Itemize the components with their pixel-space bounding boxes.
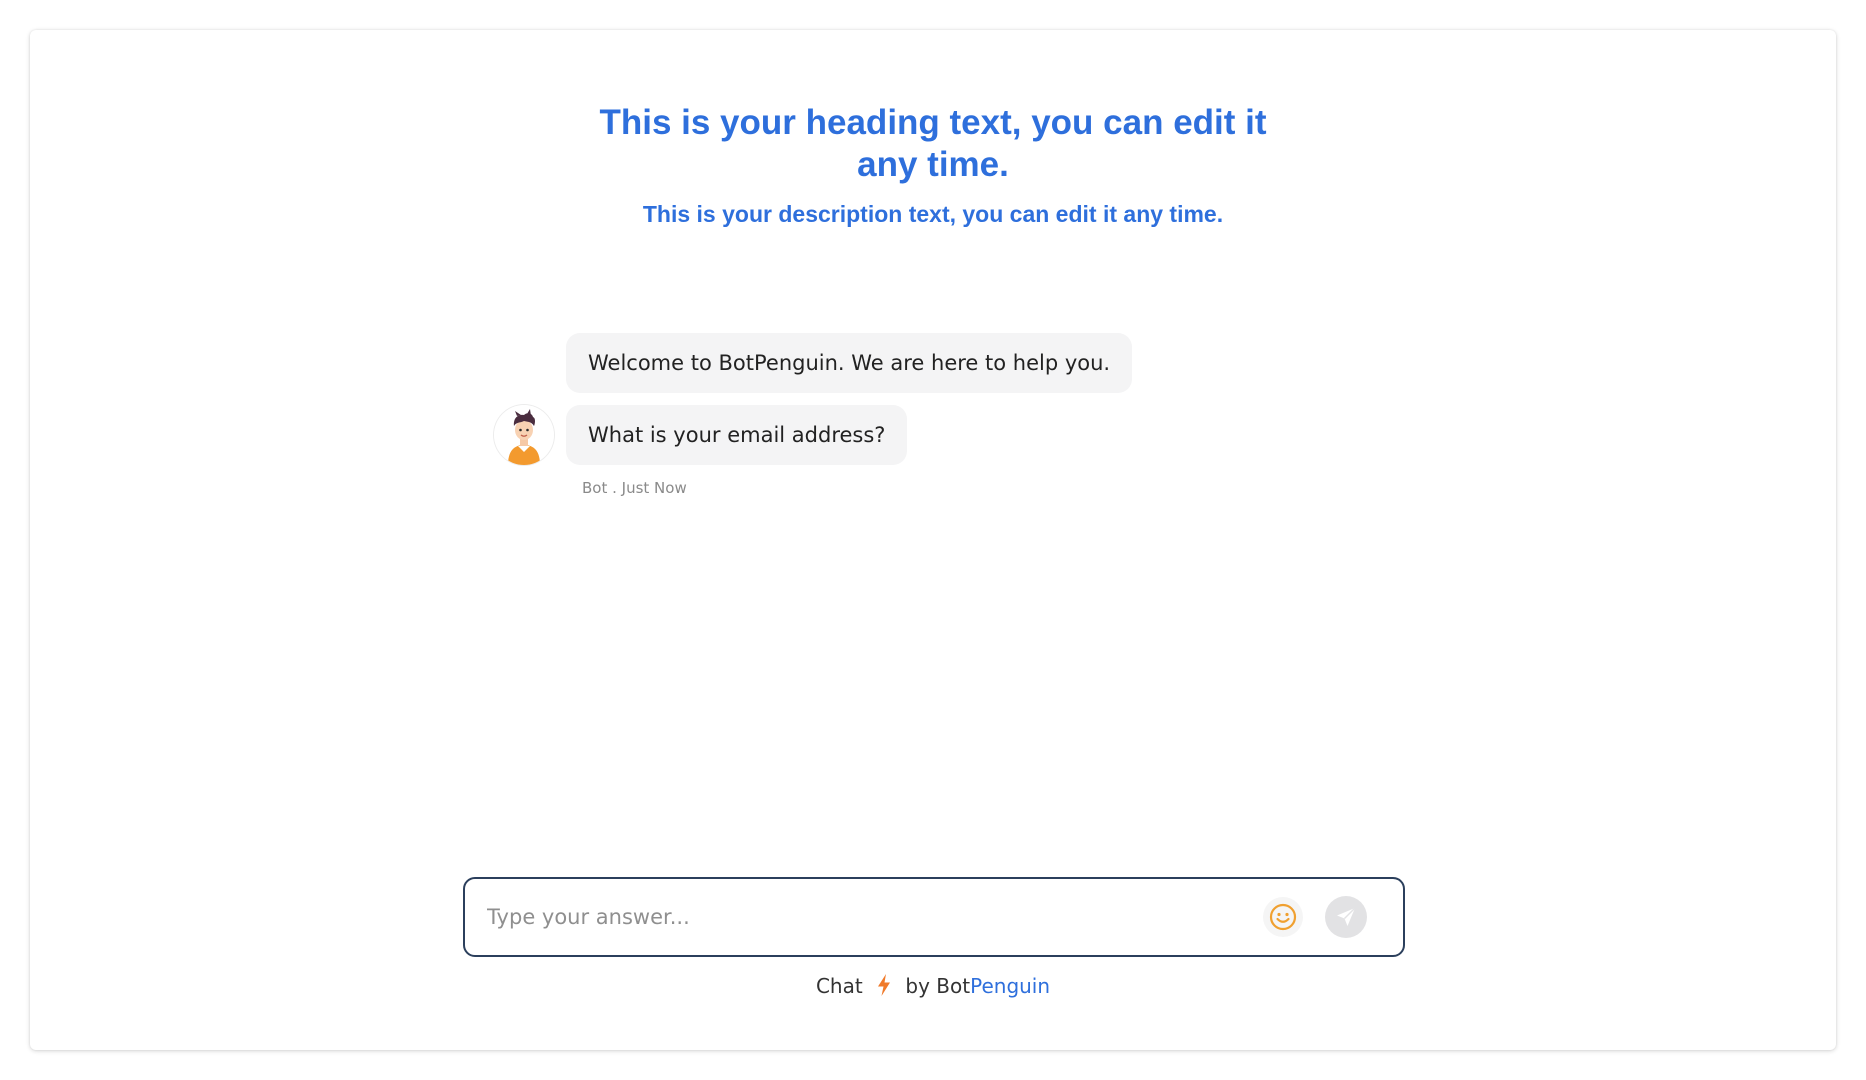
- heading-text: This is your heading text, you can edit …: [599, 103, 1267, 184]
- chat-header: This is your heading text, you can edit …: [30, 102, 1836, 228]
- paper-plane-icon: [1337, 907, 1356, 926]
- chat-card: This is your heading text, you can edit …: [30, 30, 1836, 1050]
- bot-avatar-icon: [494, 405, 554, 465]
- message-timestamp: Bot . Just Now: [582, 479, 687, 497]
- emoji-button[interactable]: [1263, 897, 1303, 937]
- smiley-face-icon: [1269, 903, 1297, 931]
- footer-by-label: by Bot: [905, 974, 971, 998]
- botpenguin-link[interactable]: Penguin: [970, 974, 1050, 998]
- bot-avatar-illustration: [494, 405, 554, 465]
- powered-by-footer: Chat by BotPenguin: [30, 974, 1836, 1001]
- page: This is your heading text, you can edit …: [0, 0, 1866, 1080]
- answer-input[interactable]: [487, 879, 1247, 955]
- bot-message-question: What is your email address?: [566, 405, 908, 465]
- lightning-bolt-icon: [877, 974, 891, 1001]
- answer-input-container: [463, 877, 1405, 957]
- footer-chat-label: Chat: [815, 974, 863, 998]
- send-button[interactable]: [1325, 896, 1367, 938]
- bot-message-welcome: Welcome to BotPenguin. We are here to he…: [566, 333, 1133, 393]
- description-text: This is your description text, you can e…: [642, 201, 1224, 227]
